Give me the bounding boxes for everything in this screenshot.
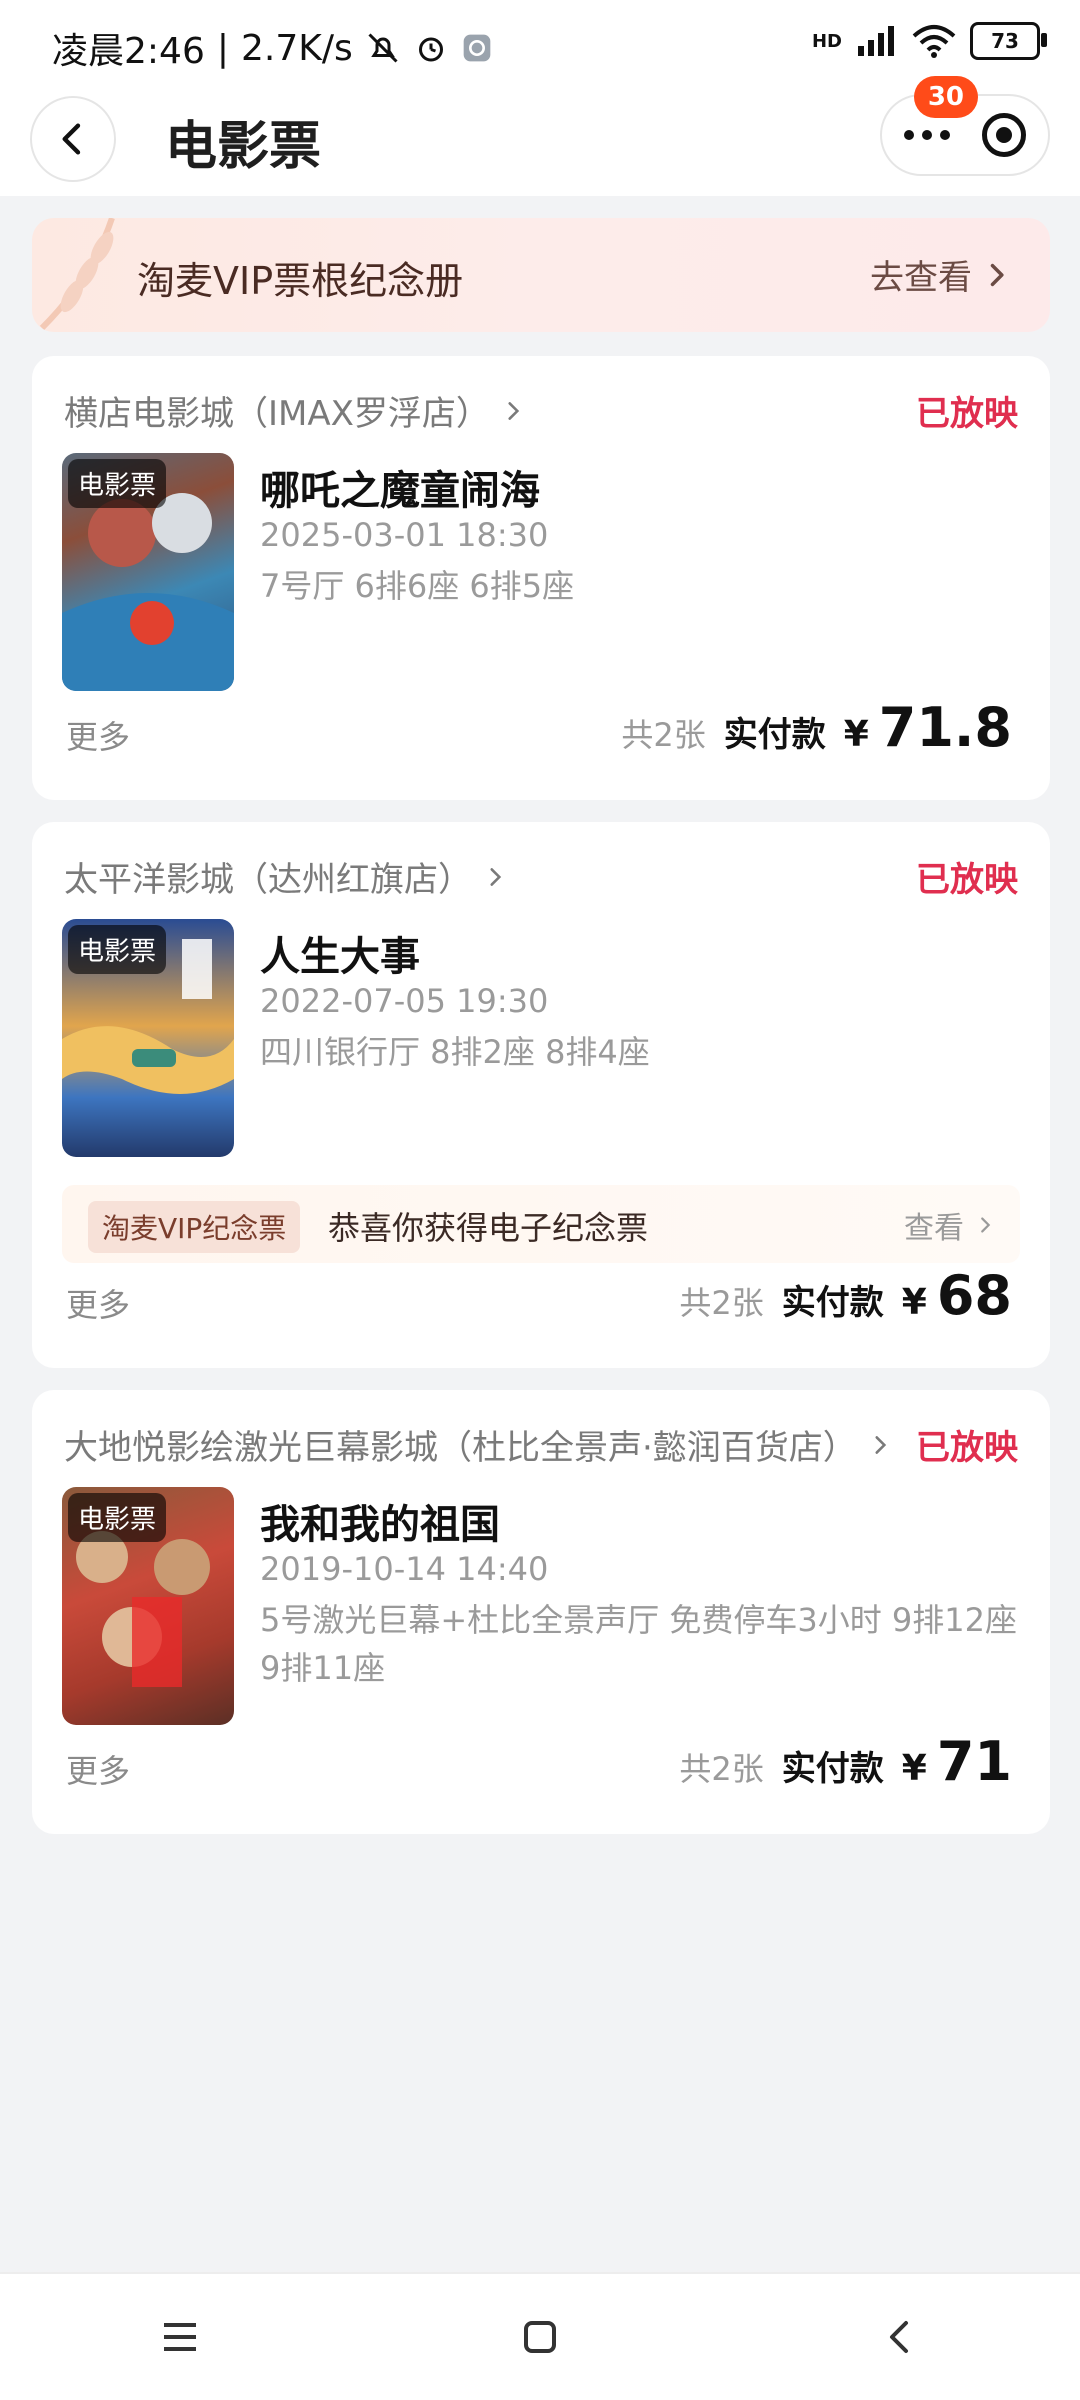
cinema-name-link[interactable]: 横店电影城（IMAX罗浮店） bbox=[64, 386, 526, 435]
cinema-name-link[interactable]: 太平洋影城（达州红旗店） bbox=[64, 852, 508, 901]
seat-info: 四川银行厅 8排2座 8排4座 bbox=[260, 1033, 650, 1071]
paid-label: 实付款 bbox=[723, 715, 826, 755]
price-row: 共2张 实付款 ¥ 71.8 bbox=[621, 696, 1012, 759]
back-nav-icon[interactable] bbox=[870, 2307, 930, 2367]
chevron-right-icon bbox=[508, 401, 520, 420]
movie-title: 人生大事 bbox=[260, 934, 420, 980]
mute-bell-icon bbox=[368, 33, 398, 63]
price-row: 共2张 实付款 ¥ 71 bbox=[679, 1730, 1012, 1793]
ticket-quantity: 共2张 bbox=[621, 716, 706, 754]
poster-tag: 电影票 bbox=[68, 1493, 167, 1542]
price-row: 共2张 实付款 ¥ 68 bbox=[679, 1264, 1012, 1327]
menu-icon[interactable] bbox=[150, 2307, 210, 2367]
chevron-left-icon bbox=[62, 123, 81, 155]
paid-label: 实付款 bbox=[781, 1283, 884, 1323]
more-button[interactable]: 更多 bbox=[66, 1280, 130, 1326]
movie-title: 哪吒之魔童闹海 bbox=[260, 468, 540, 514]
back-button[interactable] bbox=[30, 96, 116, 182]
order-status: 已放映 bbox=[916, 1428, 1018, 1468]
battery-level: 73 bbox=[991, 29, 1019, 53]
header: 电影票 30 bbox=[0, 76, 1080, 196]
alarm-icon bbox=[418, 37, 443, 62]
network-speed: 2.7K/s bbox=[240, 27, 353, 69]
chevron-right-icon bbox=[981, 1217, 991, 1233]
souvenir-ticket-row[interactable]: 淘麦VIP纪念票 恭喜你获得电子纪念票 查看 bbox=[62, 1185, 1020, 1263]
close-mini-program-icon[interactable] bbox=[982, 113, 1026, 157]
order-status: 已放映 bbox=[916, 860, 1018, 900]
cinema-name: 大地悦影绘激光巨幕影城（杜比全景声·懿润百货店） bbox=[64, 1428, 857, 1468]
paid-amount: 71.8 bbox=[878, 696, 1012, 759]
cinema-name-link[interactable]: 大地悦影绘激光巨幕影城（杜比全景声·懿润百货店） bbox=[64, 1420, 893, 1469]
poster-tag: 电影票 bbox=[68, 925, 167, 974]
signal-icon bbox=[858, 26, 894, 56]
more-button[interactable]: 更多 bbox=[66, 1746, 130, 1792]
wifi-icon bbox=[912, 25, 956, 58]
vip-ticket-album-banner[interactable]: 淘麦VIP票根纪念册 去查看 bbox=[32, 218, 1050, 332]
poster-tag: 电影票 bbox=[68, 459, 167, 508]
system-navigation-bar bbox=[0, 2272, 1080, 2400]
hd-label: HD bbox=[811, 30, 842, 52]
banner-view-label: 去查看 bbox=[870, 258, 972, 298]
more-button[interactable]: 更多 bbox=[66, 712, 130, 758]
show-time: 2019-10-14 14:40 bbox=[260, 1550, 549, 1588]
currency-symbol: ¥ bbox=[843, 714, 869, 755]
app-notification-icon bbox=[463, 34, 491, 62]
status-bar: 凌晨2:46 | 2.7K/s HD 73 bbox=[0, 0, 1080, 96]
souvenir-view-label: 查看 bbox=[904, 1211, 964, 1246]
status-time: 凌晨2:46 bbox=[52, 31, 205, 72]
paid-amount: 71 bbox=[936, 1730, 1012, 1793]
banner-title: 淘麦VIP票根纪念册 bbox=[137, 259, 464, 303]
currency-symbol: ¥ bbox=[901, 1282, 927, 1323]
mini-program-capsule: 30 bbox=[880, 76, 1050, 176]
ticket-quantity: 共2张 bbox=[679, 1284, 764, 1322]
status-right: HD 73 bbox=[811, 22, 1047, 60]
order-status: 已放映 bbox=[916, 394, 1018, 434]
more-options-icon[interactable] bbox=[904, 130, 950, 140]
ticket-quantity: 共2张 bbox=[679, 1750, 764, 1788]
souvenir-badge: 淘麦VIP纪念票 bbox=[88, 1201, 301, 1253]
cinema-name: 太平洋影城（达州红旗店） bbox=[64, 860, 472, 900]
paid-amount: 68 bbox=[936, 1264, 1012, 1327]
banner-view-button[interactable]: 去查看 bbox=[870, 250, 1010, 299]
chevron-right-icon bbox=[875, 1435, 886, 1454]
chevron-right-icon bbox=[990, 263, 1004, 286]
movie-title: 我和我的祖国 bbox=[260, 1502, 500, 1548]
seat-info: 7号厅 6排6座 6排5座 bbox=[260, 567, 575, 605]
notification-badge: 30 bbox=[913, 76, 978, 118]
ticket-card[interactable]: 太平洋影城（达州红旗店） 已放映 电影票 人生大事 2022-07-05 19:… bbox=[32, 822, 1050, 1368]
currency-symbol: ¥ bbox=[901, 1748, 927, 1789]
show-time: 2025-03-01 18:30 bbox=[260, 516, 549, 554]
souvenir-view-button[interactable]: 查看 bbox=[904, 1203, 996, 1247]
chevron-right-icon bbox=[490, 867, 502, 886]
ticket-card[interactable]: 横店电影城（IMAX罗浮店） 已放映 电影票 哪吒之魔童闹海 2025-03-0… bbox=[32, 356, 1050, 800]
seat-info: 5号激光巨幕+杜比全景声厅 免费停车3小时 9排12座 9排11座 bbox=[260, 1601, 1017, 1687]
battery-indicator: 73 bbox=[970, 22, 1047, 60]
movie-poster[interactable]: 电影票 bbox=[62, 919, 234, 1157]
movie-poster[interactable]: 电影票 bbox=[62, 1487, 234, 1725]
show-time: 2022-07-05 19:30 bbox=[260, 982, 549, 1020]
page-title: 电影票 bbox=[165, 117, 322, 177]
ticket-card[interactable]: 大地悦影绘激光巨幕影城（杜比全景声·懿润百货店） 已放映 电影票 我和我的祖国 … bbox=[32, 1390, 1050, 1834]
cinema-name: 横店电影城（IMAX罗浮店） bbox=[64, 394, 490, 434]
paid-label: 实付款 bbox=[781, 1749, 884, 1789]
souvenir-message: 恭喜你获得电子纪念票 bbox=[328, 1209, 649, 1247]
status-left: 凌晨2:46 | 2.7K/s bbox=[52, 22, 493, 74]
movie-poster[interactable]: 电影票 bbox=[62, 453, 234, 691]
wheat-decoration-icon bbox=[39, 218, 115, 331]
home-icon[interactable] bbox=[510, 2307, 570, 2367]
